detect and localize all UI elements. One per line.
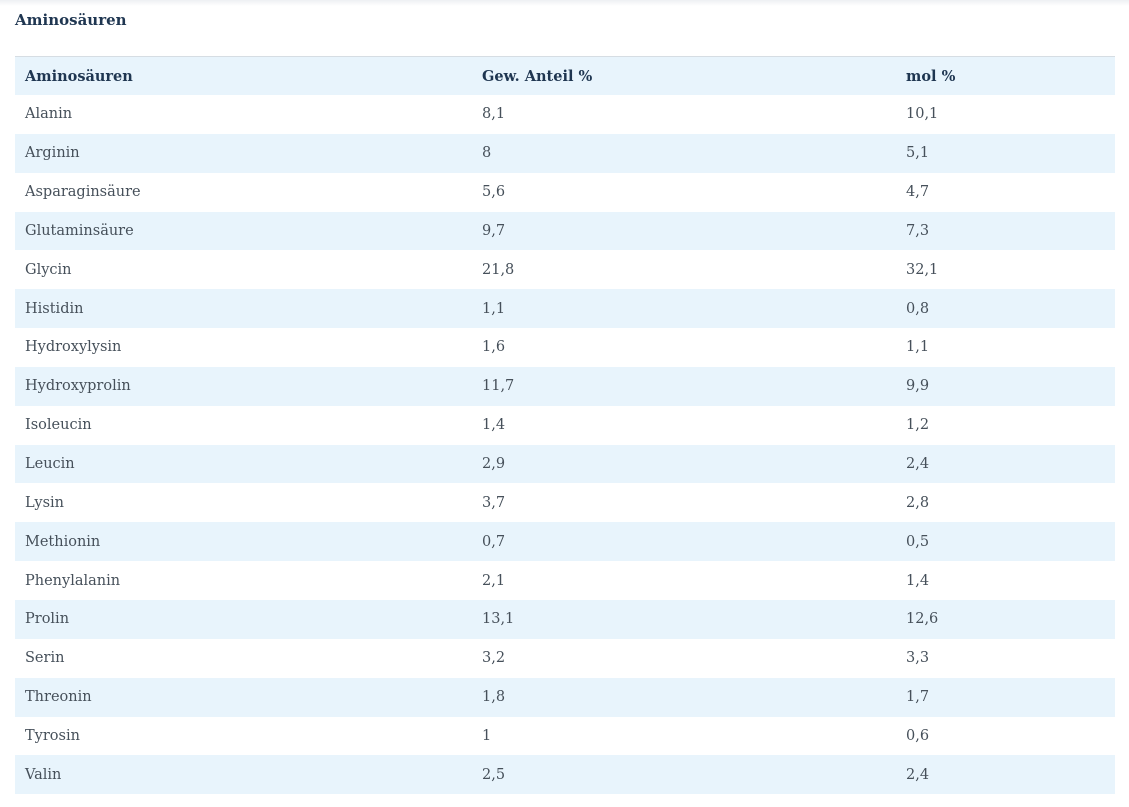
cell-weight-percent: 1,1 (472, 289, 896, 329)
table-row: Hydroxyprolin 11,7 9,9 (15, 366, 1115, 406)
table-row: Threonin 1,8 1,7 (15, 677, 1115, 717)
table-row: Valin 2,5 2,4 (15, 755, 1115, 795)
table-row: Phenylalanin 2,1 1,4 (15, 561, 1115, 600)
cell-mol-percent: 10,1 (896, 95, 1115, 134)
cell-amino-acid: Glutaminsäure (15, 211, 472, 251)
cell-weight-percent: 8,1 (472, 95, 896, 134)
cell-mol-percent: 3,3 (896, 638, 1115, 678)
table-row: Prolin 13,1 12,6 (15, 599, 1115, 639)
cell-mol-percent: 1,2 (896, 405, 1115, 445)
cell-amino-acid: Phenylalanin (15, 561, 472, 600)
cell-mol-percent: 0,6 (896, 716, 1115, 756)
cell-weight-percent: 2,1 (472, 561, 896, 600)
cell-mol-percent: 1,1 (896, 328, 1115, 367)
cell-weight-percent: 21,8 (472, 250, 896, 290)
cell-amino-acid: Serin (15, 638, 472, 678)
table-row: Serin 3,2 3,3 (15, 638, 1115, 678)
cell-mol-percent: 12,6 (896, 599, 1115, 639)
cell-weight-percent: 2,5 (472, 755, 896, 795)
table-row: Arginin 8 5,1 (15, 133, 1115, 173)
cell-weight-percent: 3,2 (472, 638, 896, 678)
cell-mol-percent: 7,3 (896, 211, 1115, 251)
cell-amino-acid: Lysin (15, 483, 472, 523)
cell-amino-acid: Alanin (15, 95, 472, 134)
cell-weight-percent: 1,4 (472, 405, 896, 445)
cell-mol-percent: 5,1 (896, 133, 1115, 173)
table-row: Tyrosin 1 0,6 (15, 716, 1115, 756)
cell-mol-percent: 0,8 (896, 289, 1115, 329)
cell-weight-percent: 1,8 (472, 677, 896, 717)
cell-weight-percent: 13,1 (472, 599, 896, 639)
cell-amino-acid: Hydroxyprolin (15, 366, 472, 406)
top-shadow (0, 0, 1129, 6)
cell-amino-acid: Tyrosin (15, 716, 472, 756)
cell-amino-acid: Hydroxylysin (15, 328, 472, 367)
cell-amino-acid: Prolin (15, 599, 472, 639)
table-body: Alanin 8,1 10,1 Arginin 8 5,1 Asparaginsäure 5,… (15, 95, 1115, 795)
amino-acid-table: Aminosäuren Gew. Anteil % mol % Alanin 8,… (15, 56, 1115, 795)
cell-weight-percent: 1 (472, 716, 896, 756)
cell-mol-percent: 0,5 (896, 522, 1115, 562)
table-row: Lysin 3,7 2,8 (15, 483, 1115, 523)
cell-mol-percent: 4,7 (896, 172, 1115, 212)
cell-amino-acid: Arginin (15, 133, 472, 173)
cell-amino-acid: Glycin (15, 250, 472, 290)
table-row: Hydroxylysin 1,6 1,1 (15, 328, 1115, 367)
table-header-row: Aminosäuren Gew. Anteil % mol % (15, 56, 1115, 95)
cell-amino-acid: Valin (15, 755, 472, 795)
table-row: Alanin 8,1 10,1 (15, 95, 1115, 134)
cell-amino-acid: Asparaginsäure (15, 172, 472, 212)
table-row: Asparaginsäure 5,6 4,7 (15, 172, 1115, 212)
column-header-weight-percent: Gew. Anteil % (472, 56, 896, 95)
cell-mol-percent: 2,4 (896, 755, 1115, 795)
cell-mol-percent: 1,7 (896, 677, 1115, 717)
cell-mol-percent: 32,1 (896, 250, 1115, 290)
cell-weight-percent: 3,7 (472, 483, 896, 523)
section-title: Aminosäuren (15, 11, 127, 29)
cell-amino-acid: Histidin (15, 289, 472, 329)
table-row: Histidin 1,1 0,8 (15, 289, 1115, 329)
cell-amino-acid: Methionin (15, 522, 472, 562)
cell-weight-percent: 5,6 (472, 172, 896, 212)
cell-weight-percent: 11,7 (472, 366, 896, 406)
table-row: Leucin 2,9 2,4 (15, 444, 1115, 484)
cell-mol-percent: 2,8 (896, 483, 1115, 523)
table-row: Glutaminsäure 9,7 7,3 (15, 211, 1115, 251)
cell-weight-percent: 0,7 (472, 522, 896, 562)
cell-weight-percent: 2,9 (472, 444, 896, 484)
cell-weight-percent: 8 (472, 133, 896, 173)
table-row: Isoleucin 1,4 1,2 (15, 405, 1115, 445)
cell-weight-percent: 1,6 (472, 328, 896, 367)
table-row: Methionin 0,7 0,5 (15, 522, 1115, 562)
cell-mol-percent: 1,4 (896, 561, 1115, 600)
cell-amino-acid: Threonin (15, 677, 472, 717)
cell-amino-acid: Isoleucin (15, 405, 472, 445)
cell-mol-percent: 2,4 (896, 444, 1115, 484)
column-header-amino-acid: Aminosäuren (15, 56, 472, 95)
table-row: Glycin 21,8 32,1 (15, 250, 1115, 290)
cell-amino-acid: Leucin (15, 444, 472, 484)
column-header-mol-percent: mol % (896, 56, 1115, 95)
cell-weight-percent: 9,7 (472, 211, 896, 251)
cell-mol-percent: 9,9 (896, 366, 1115, 406)
